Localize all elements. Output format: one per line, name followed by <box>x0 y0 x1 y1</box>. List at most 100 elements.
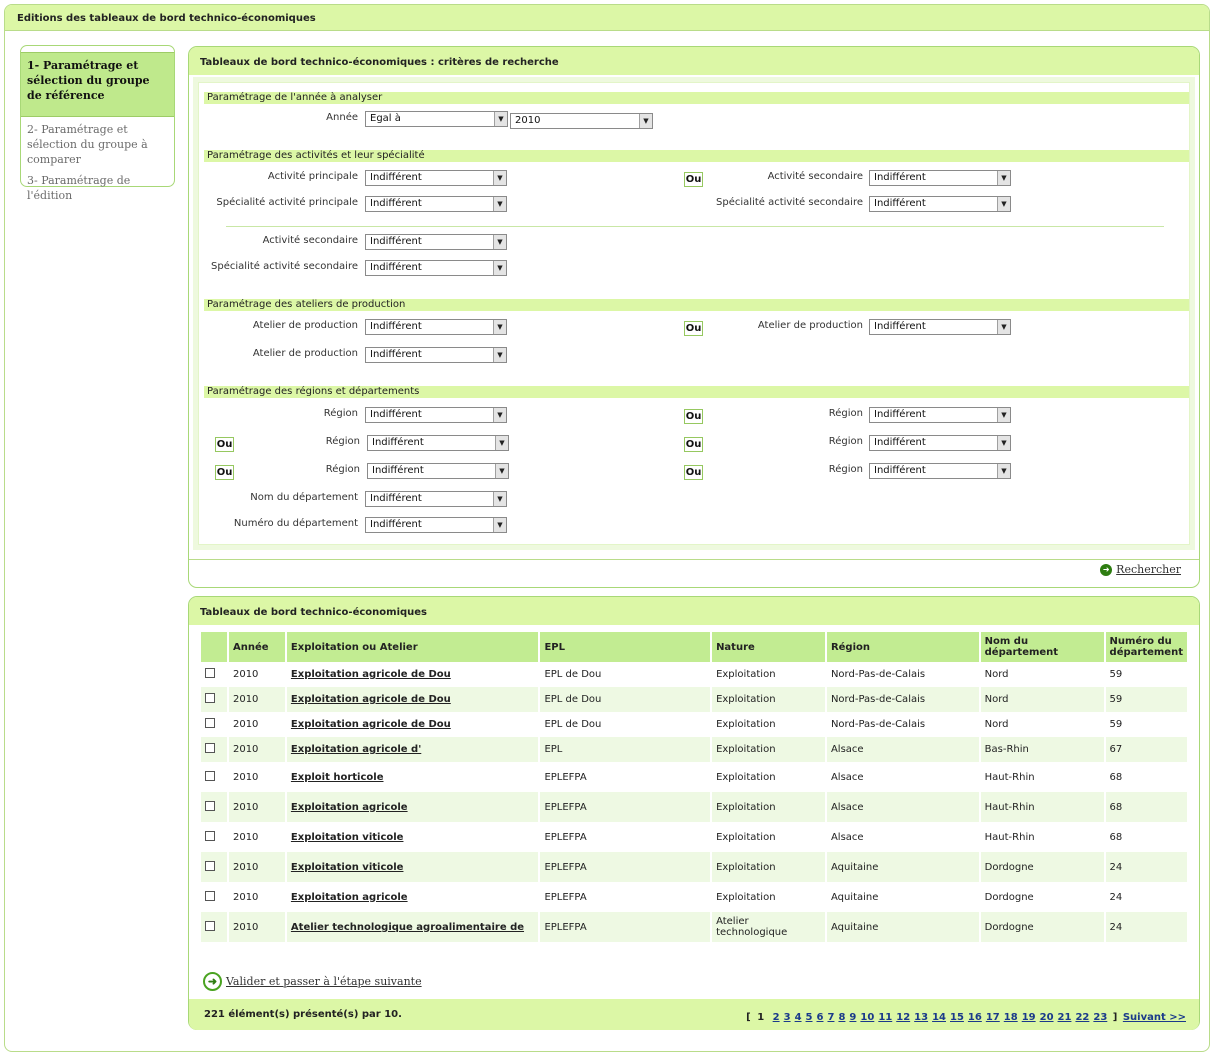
ou-button[interactable]: Ou <box>684 437 703 452</box>
cell-region: Nord-Pas-de-Calais <box>825 687 981 712</box>
cell-epl: EPLEFPA <box>539 912 713 942</box>
table-row[interactable]: 2010 Exploitation viticole EPLEFPA Exploita… <box>201 852 1190 882</box>
activite-secondaire-select-2[interactable]: Indifférent ▼ <box>365 234 507 250</box>
pager-page-link[interactable]: 22 <box>1075 1012 1089 1023</box>
pager-page-link[interactable]: 3 <box>784 1012 791 1023</box>
table-row[interactable]: 2010 Exploitation agricole de Dou EPL de D… <box>201 712 1190 737</box>
pager-page-link[interactable]: 7 <box>827 1012 834 1023</box>
activite-secondaire-label-2: Activité secondaire <box>262 235 358 246</box>
pager-page-link[interactable]: 19 <box>1022 1012 1036 1023</box>
cell-exploitation-link[interactable]: Exploitation agricole de Dou <box>285 712 541 737</box>
ou-button[interactable]: Ou <box>684 172 703 187</box>
row-checkbox[interactable] <box>205 718 215 728</box>
region-select-2[interactable]: Indifférent ▼ <box>869 407 1011 423</box>
cell-exploitation-link[interactable]: Exploitation viticole <box>285 852 541 882</box>
row-checkbox[interactable] <box>205 693 215 703</box>
cell-exploitation-link[interactable]: Atelier technologique agroalimentaire de <box>285 912 541 942</box>
table-row[interactable]: 2010 Exploitation agricole de Dou EPL de D… <box>201 662 1190 687</box>
chevron-down-icon: ▼ <box>493 320 506 334</box>
step-1[interactable]: 1- Paramétrage et sélection du groupe de… <box>21 52 174 117</box>
table-row[interactable]: 2010 Exploit horticole EPLEFPA Exploitation… <box>201 762 1190 792</box>
cell-exploitation-link[interactable]: Exploitation agricole d' <box>285 737 541 762</box>
pager-page-link[interactable]: 12 <box>896 1012 910 1023</box>
pager-page-link[interactable]: 15 <box>950 1012 964 1023</box>
table-row[interactable]: 2010 Exploitation agricole EPLEFPA Exploita… <box>201 792 1190 822</box>
specialite-principale-select[interactable]: Indifférent ▼ <box>365 196 507 212</box>
activite-secondaire-select[interactable]: Indifférent ▼ <box>869 170 1011 186</box>
validate-link[interactable]: Valider et passer à l'étape suivante <box>226 975 422 988</box>
table-row[interactable]: 2010 Exploitation viticole EPLEFPA Exploita… <box>201 822 1190 852</box>
ou-button[interactable]: Ou <box>215 465 234 480</box>
region-select-5[interactable]: Indifférent ▼ <box>367 463 509 479</box>
region-select-1[interactable]: Indifférent ▼ <box>365 407 507 423</box>
ou-button[interactable]: Ou <box>684 321 703 336</box>
row-checkbox[interactable] <box>205 920 215 931</box>
cell-region: Alsace <box>825 792 981 822</box>
year-value-select[interactable]: 2010 ▼ <box>510 113 653 129</box>
region-label: Région <box>325 436 360 447</box>
atelier-select-1[interactable]: Indifférent ▼ <box>365 319 507 335</box>
row-checkbox[interactable] <box>205 890 215 901</box>
nom-departement-select[interactable]: Indifférent ▼ <box>365 491 507 507</box>
pager-page-link[interactable]: 10 <box>860 1012 874 1023</box>
numero-departement-select[interactable]: Indifférent ▼ <box>365 517 507 533</box>
row-checkbox[interactable] <box>205 743 215 753</box>
criteria-panel-title: Tableaux de bord technico-économiques : … <box>189 47 1199 75</box>
pager-page-link[interactable]: 5 <box>806 1012 813 1023</box>
table-row[interactable]: 2010 Exploitation agricole de Dou EPL de D… <box>201 687 1190 712</box>
pager-next-link[interactable]: Suivant >> <box>1123 1012 1186 1023</box>
ou-button[interactable]: Ou <box>684 409 703 424</box>
region-select-3[interactable]: Indifférent ▼ <box>367 435 509 451</box>
pager-bracket-close: ] <box>1112 1012 1118 1023</box>
pager-page-link[interactable]: 21 <box>1058 1012 1072 1023</box>
results-panel-title: Tableaux de bord technico-économiques <box>189 597 1199 625</box>
pager-page-link[interactable]: 2 <box>773 1012 780 1023</box>
row-checkbox[interactable] <box>205 830 215 841</box>
table-row[interactable]: 2010 Exploitation agricole EPLEFPA Exploita… <box>201 882 1190 912</box>
pager-page-link[interactable]: 14 <box>932 1012 946 1023</box>
pager-page-link[interactable]: 9 <box>849 1012 856 1023</box>
cell-exploitation-link[interactable]: Exploitation agricole <box>285 882 541 912</box>
atelier-select-2[interactable]: Indifférent ▼ <box>869 319 1011 335</box>
cell-nature: Exploitation <box>711 712 827 737</box>
year-operator-select[interactable]: Egal à ▼ <box>365 111 508 127</box>
chevron-down-icon: ▼ <box>493 171 506 185</box>
table-row[interactable]: 2010 Atelier technologique agroalimentair… <box>201 912 1190 942</box>
pager-page-link[interactable]: 11 <box>878 1012 892 1023</box>
step-3[interactable]: 3- Paramétrage de l'édition <box>21 170 174 206</box>
specialite-secondaire-select-2[interactable]: Indifférent ▼ <box>365 260 507 276</box>
row-checkbox[interactable] <box>205 668 215 678</box>
cell-exploitation-link[interactable]: Exploit horticole <box>285 762 541 792</box>
specialite-secondaire-select[interactable]: Indifférent ▼ <box>869 196 1011 212</box>
pager-page-link[interactable]: 18 <box>1004 1012 1018 1023</box>
cell-exploitation-link[interactable]: Exploitation viticole <box>285 822 541 852</box>
step-2[interactable]: 2- Paramétrage et sélection du groupe à … <box>21 117 174 170</box>
table-row[interactable]: 2010 Exploitation agricole d' EPL Exploitat… <box>201 737 1190 762</box>
region-select-6[interactable]: Indifférent ▼ <box>869 463 1011 479</box>
search-link[interactable]: Rechercher <box>1116 563 1181 576</box>
row-checkbox[interactable] <box>205 770 215 781</box>
chevron-down-icon: ▼ <box>493 518 506 532</box>
activite-principale-select[interactable]: Indifférent ▼ <box>365 170 507 186</box>
row-checkbox[interactable] <box>205 860 215 871</box>
cell-departement: Haut-Rhin <box>979 822 1106 852</box>
row-checkbox[interactable] <box>205 800 215 811</box>
atelier-select-3[interactable]: Indifférent ▼ <box>365 347 507 363</box>
cell-region: Alsace <box>825 737 981 762</box>
pager-page-link[interactable]: 4 <box>795 1012 802 1023</box>
cell-exploitation-link[interactable]: Exploitation agricole <box>285 792 541 822</box>
pager-page-link[interactable]: 6 <box>817 1012 824 1023</box>
pager-page-link[interactable]: 13 <box>914 1012 928 1023</box>
ou-button[interactable]: Ou <box>684 465 703 480</box>
pager-page-link[interactable]: 20 <box>1040 1012 1054 1023</box>
pager-page-link[interactable]: 23 <box>1093 1012 1107 1023</box>
pager-page-link[interactable]: 16 <box>968 1012 982 1023</box>
region-select-4[interactable]: Indifférent ▼ <box>869 435 1011 451</box>
ou-button[interactable]: Ou <box>215 437 234 452</box>
cell-exploitation-link[interactable]: Exploitation agricole de Dou <box>285 687 541 712</box>
pager-page-link[interactable]: 8 <box>838 1012 845 1023</box>
cell-nature: Exploitation <box>711 822 827 852</box>
pager-page-link[interactable]: 17 <box>986 1012 1000 1023</box>
cell-exploitation-link[interactable]: Exploitation agricole de Dou <box>285 662 541 687</box>
cell-region: Alsace <box>825 762 981 792</box>
